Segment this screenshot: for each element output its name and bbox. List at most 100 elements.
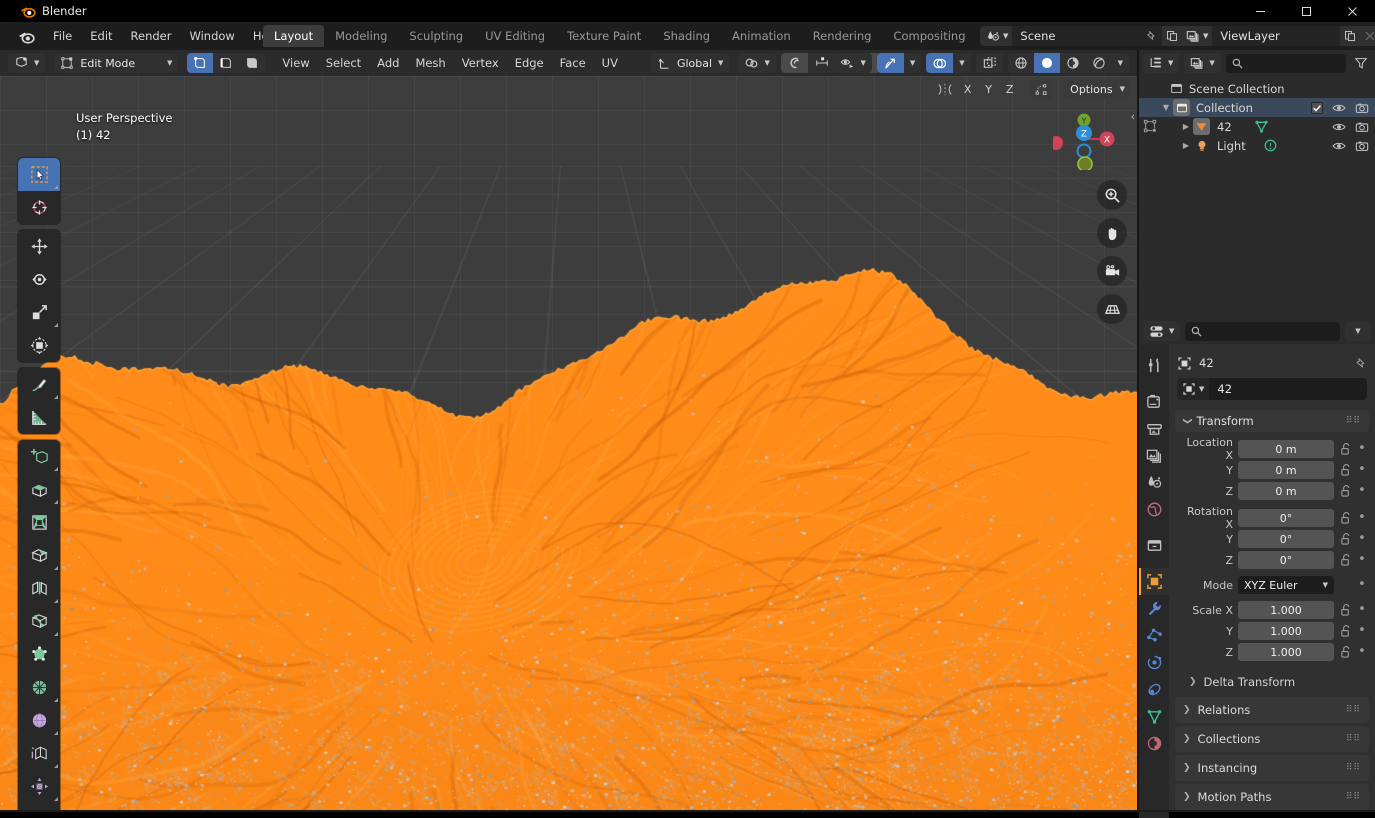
rotate-tool[interactable] — [18, 263, 60, 296]
workspace-tab-animation[interactable]: Animation — [721, 25, 802, 47]
lock-open-icon[interactable] — [1339, 554, 1352, 566]
properties-tab-render[interactable] — [1139, 388, 1169, 415]
object-visibility-selector[interactable]: ▼ — [833, 53, 871, 73]
symmetry-axis-y[interactable]: Y — [980, 80, 997, 99]
edge-select-icon[interactable] — [213, 53, 239, 73]
gizmo-icon[interactable] — [877, 53, 904, 73]
scene-icon[interactable]: ▼ — [980, 26, 1012, 46]
add-cube-tool[interactable] — [18, 440, 60, 473]
toggle-perspective-icon[interactable] — [1097, 294, 1127, 324]
field-scale-x[interactable]: 1.000 — [1238, 601, 1334, 619]
cursor-tool[interactable] — [18, 191, 60, 224]
pin-icon[interactable] — [1140, 26, 1162, 46]
lock-open-icon[interactable] — [1339, 604, 1352, 616]
relations-panel[interactable]: ❯ Relations ⠿⠿ — [1175, 697, 1369, 723]
properties-tab-world[interactable] — [1139, 496, 1169, 523]
face-select-icon[interactable] — [239, 53, 265, 73]
workspace-tab-layout[interactable]: Layout — [263, 25, 324, 47]
field-scale-y[interactable]: 1.000 — [1238, 622, 1334, 640]
eye-icon[interactable] — [1332, 102, 1346, 114]
properties-tab-data[interactable] — [1139, 703, 1169, 730]
view-layer-icon[interactable]: ▼ — [1180, 26, 1212, 46]
viewport-menu-mesh[interactable]: Mesh — [407, 54, 453, 72]
navigation-gizmo[interactable]: Y Z X — [1053, 108, 1115, 170]
viewport-menu-uv[interactable]: UV — [594, 54, 626, 72]
field-rotation-z[interactable]: 0° — [1238, 551, 1334, 569]
mesh-object-42[interactable] — [0, 136, 1137, 810]
spin-tool[interactable] — [18, 671, 60, 704]
mode-selector[interactable]: Edit Mode ▼ — [54, 53, 178, 73]
measure-tool[interactable] — [18, 401, 60, 434]
workspace-tab-rendering[interactable]: Rendering — [802, 25, 883, 47]
gizmo-dropdown[interactable]: ▼ — [904, 53, 921, 73]
new-viewlayer-icon[interactable] — [1340, 26, 1360, 46]
properties-tab-collection[interactable] — [1139, 532, 1169, 559]
viewport-menu-vertex[interactable]: Vertex — [454, 54, 507, 72]
viewport-canvas[interactable] — [0, 76, 1137, 810]
viewport-menu-face[interactable]: Face — [552, 54, 594, 72]
outliner-search-input[interactable] — [1226, 54, 1346, 73]
field-location-x[interactable]: 0 m — [1238, 440, 1334, 458]
properties-tab-physics[interactable] — [1139, 649, 1169, 676]
disclosure-triangle-open[interactable]: ▼ — [1159, 103, 1173, 112]
material-preview-icon[interactable] — [1060, 53, 1086, 73]
menu-render[interactable]: Render — [122, 26, 181, 46]
workspace-tab-texture-paint[interactable]: Texture Paint — [556, 25, 652, 47]
pin-icon[interactable] — [1354, 357, 1367, 370]
overlays-icon[interactable] — [926, 53, 953, 73]
solid-shading-icon[interactable] — [1034, 53, 1060, 73]
workspace-tab-sculpting[interactable]: Sculpting — [398, 25, 474, 47]
lock-open-icon[interactable] — [1339, 464, 1352, 476]
properties-tab-particles[interactable] — [1139, 622, 1169, 649]
maximize-button[interactable] — [1283, 0, 1329, 22]
properties-tab-output[interactable] — [1139, 415, 1169, 442]
menu-window[interactable]: Window — [180, 26, 243, 46]
camera-icon[interactable] — [1355, 102, 1369, 114]
outliner-row-collection[interactable]: ▼ Collection — [1139, 98, 1375, 117]
checkbox-checked-icon[interactable] — [1311, 102, 1323, 114]
wireframe-shading-icon[interactable] — [1008, 53, 1034, 73]
pivot-point-selector[interactable]: ▼ — [738, 53, 775, 73]
properties-search-field[interactable] — [1207, 324, 1334, 339]
disclosure-triangle[interactable]: ▶ — [1179, 122, 1193, 131]
eye-icon[interactable] — [1332, 140, 1346, 152]
symmetry-axis-x[interactable]: X — [959, 80, 976, 99]
snap-magnet-icon[interactable] — [781, 53, 808, 73]
lock-open-icon[interactable] — [1339, 512, 1352, 524]
field-location-z[interactable]: 0 m — [1238, 482, 1334, 500]
properties-tab-tool[interactable] — [1139, 352, 1169, 379]
properties-tab-modifiers[interactable] — [1139, 595, 1169, 622]
lock-open-icon[interactable] — [1339, 485, 1352, 497]
vertex-select-icon[interactable] — [187, 53, 213, 73]
camera-icon[interactable] — [1355, 140, 1369, 152]
shrink-fatten-tool[interactable] — [18, 770, 60, 803]
camera-icon[interactable] — [1355, 121, 1369, 133]
minimize-button[interactable] — [1237, 0, 1283, 22]
field-rotation-y[interactable]: 0° — [1238, 530, 1334, 548]
viewport-menu-edge[interactable]: Edge — [507, 54, 552, 72]
field-location-y[interactable]: 0 m — [1238, 461, 1334, 479]
eye-icon[interactable] — [1332, 121, 1346, 133]
properties-options-button[interactable]: ▼ — [1345, 322, 1371, 341]
symmetry-axis-z[interactable]: Z — [1001, 80, 1018, 99]
panel-drag-dots-icon[interactable]: ⠿⠿ — [1346, 734, 1361, 744]
rendered-shading-icon[interactable] — [1086, 53, 1112, 73]
workspace-tab-compositing[interactable]: Compositing — [882, 25, 976, 47]
properties-search-input[interactable] — [1185, 322, 1340, 341]
light-data-icon[interactable] — [1263, 138, 1278, 153]
menu-edit[interactable]: Edit — [81, 26, 121, 46]
loop-cut-tool[interactable] — [18, 572, 60, 605]
viewport-menu-view[interactable]: View — [274, 54, 317, 72]
outliner-row-object-light[interactable]: ▶ Light — [1139, 136, 1375, 155]
instancing-panel[interactable]: ❯ Instancing ⠿⠿ — [1175, 755, 1369, 781]
properties-tab-object[interactable] — [1139, 568, 1169, 595]
workspace-tab-shading[interactable]: Shading — [652, 25, 721, 47]
field-rotation-x[interactable]: 0° — [1238, 509, 1334, 527]
viewlayer-name[interactable]: ViewLayer — [1212, 26, 1340, 46]
properties-tab-constraints[interactable] — [1139, 676, 1169, 703]
topology-mirror-icon[interactable] — [1030, 80, 1052, 99]
edge-slide-tool[interactable] — [18, 737, 60, 770]
camera-view-icon[interactable] — [1097, 256, 1127, 286]
sidebar-collapse-arrow-icon[interactable]: ‹ — [1131, 110, 1135, 123]
delta-transform-subpanel[interactable]: ❯ Delta Transform — [1169, 671, 1375, 693]
